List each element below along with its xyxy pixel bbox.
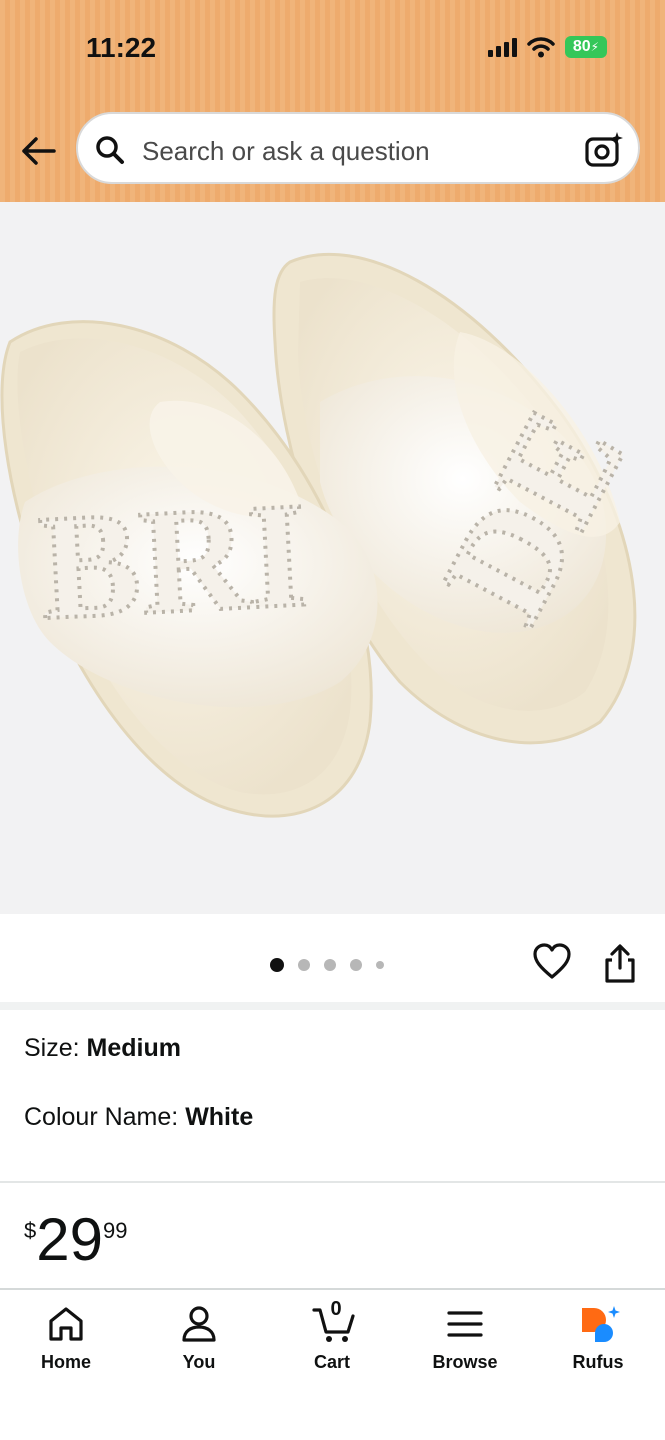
- menu-icon: [447, 1311, 483, 1337]
- search-bar[interactable]: [76, 112, 640, 184]
- colour-row[interactable]: Colour Name: White: [24, 1103, 253, 1132]
- nav-you[interactable]: You: [133, 1290, 265, 1380]
- carousel-dot[interactable]: [298, 959, 310, 971]
- carousel-dot[interactable]: [270, 958, 284, 972]
- share-icon[interactable]: [602, 944, 638, 984]
- carousel-dot[interactable]: [376, 961, 384, 969]
- carousel-dot[interactable]: [324, 959, 336, 971]
- status-icons: 80 ⚡: [488, 36, 607, 58]
- nav-label-home: Home: [40, 1352, 91, 1372]
- carousel-dot[interactable]: [350, 959, 362, 971]
- search-icon: [96, 136, 124, 164]
- size-value: Medium: [86, 1034, 181, 1062]
- divider: [0, 1181, 665, 1183]
- top-header: 11:22 80 ⚡: [0, 0, 665, 202]
- nav-label-rufus: Rufus: [572, 1352, 624, 1372]
- signal-icon: [488, 37, 517, 57]
- camera-icon[interactable]: [584, 130, 624, 170]
- product-image[interactable]: BRI DE: [0, 202, 665, 914]
- pearl-letters-left: BRI: [36, 471, 311, 651]
- rufus-icon: [582, 1306, 620, 1342]
- status-time: 11:22: [86, 32, 157, 63]
- size-label: Size:: [24, 1034, 80, 1062]
- nav-cart[interactable]: 0 Cart: [266, 1290, 398, 1380]
- home-icon: [49, 1307, 83, 1341]
- heart-icon[interactable]: [532, 942, 572, 982]
- size-row[interactable]: Size: Medium: [24, 1034, 181, 1063]
- bottom-nav: Home You 0 Cart Browse Rufus: [0, 1288, 665, 1440]
- person-icon: [182, 1306, 216, 1342]
- battery-level: 80: [572, 38, 591, 55]
- price-currency: $: [24, 1218, 37, 1243]
- colour-value: White: [185, 1103, 254, 1131]
- price: $ 29 99: [24, 1208, 127, 1272]
- cart-icon: [312, 1308, 355, 1342]
- back-arrow-icon[interactable]: [18, 134, 58, 168]
- nav-home[interactable]: Home: [0, 1290, 132, 1380]
- nav-rufus[interactable]: Rufus: [532, 1290, 664, 1380]
- search-input[interactable]: [140, 132, 574, 170]
- carousel-dots[interactable]: [270, 958, 384, 972]
- battery-icon: 80 ⚡: [565, 36, 607, 58]
- slippers-image: BRI DE: [0, 252, 658, 818]
- price-fraction: 99: [103, 1218, 128, 1243]
- nav-label-cart: Cart: [313, 1352, 350, 1372]
- price-whole: 29: [36, 1206, 103, 1273]
- image-controls: [0, 914, 665, 1002]
- nav-label-you: You: [182, 1352, 216, 1372]
- nav-label-browse: Browse: [432, 1352, 498, 1372]
- colour-label: Colour Name:: [24, 1103, 179, 1131]
- section-divider: [0, 1002, 665, 1010]
- nav-browse[interactable]: Browse: [399, 1290, 531, 1380]
- wifi-icon: [527, 37, 555, 58]
